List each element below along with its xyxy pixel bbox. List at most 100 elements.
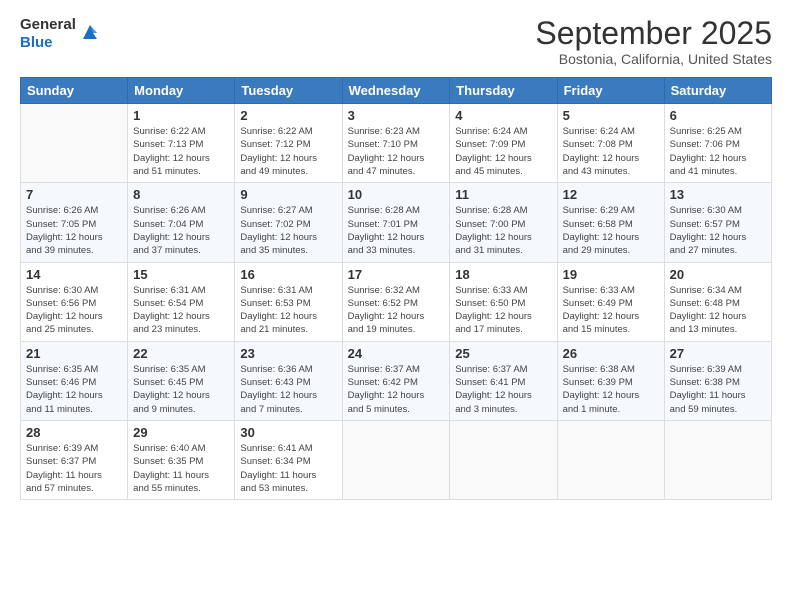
day-info: Sunrise: 6:31 AMSunset: 6:54 PMDaylight:… — [133, 284, 229, 337]
page-subtitle: Bostonia, California, United States — [535, 51, 772, 67]
calendar-cell: 5 Sunrise: 6:24 AMSunset: 7:08 PMDaylight… — [557, 104, 664, 183]
day-number: 15 — [133, 267, 229, 282]
day-number: 14 — [26, 267, 122, 282]
day-number: 2 — [240, 108, 336, 123]
day-info: Sunrise: 6:33 AMSunset: 6:50 PMDaylight:… — [455, 284, 551, 337]
day-info: Sunrise: 6:39 AMSunset: 6:38 PMDaylight:… — [670, 363, 766, 416]
day-info: Sunrise: 6:37 AMSunset: 6:41 PMDaylight:… — [455, 363, 551, 416]
calendar-cell — [664, 420, 771, 499]
calendar-cell: 27Sunrise: 6:39 AMSunset: 6:38 PMDayligh… — [664, 341, 771, 420]
header-monday: Monday — [128, 78, 235, 104]
calendar-cell: 29 Sunrise: 6:40 AMSunset: 6:35 PMDayligh… — [128, 420, 235, 499]
day-info: Sunrise: 6:39 AMSunset: 6:37 PMDaylight:… — [26, 442, 122, 495]
day-info: Sunrise: 6:25 AMSunset: 7:06 PMDaylight:… — [670, 125, 766, 178]
calendar-cell: 19 Sunrise: 6:33 AMSunset: 6:49 PMDayligh… — [557, 262, 664, 341]
logo: General Blue — [20, 16, 101, 52]
day-info: Sunrise: 6:26 AMSunset: 7:04 PMDaylight:… — [133, 204, 229, 257]
calendar-cell: 23 Sunrise: 6:36 AMSunset: 6:43 PMDayligh… — [235, 341, 342, 420]
day-number: 23 — [240, 346, 336, 361]
day-info: Sunrise: 6:30 AMSunset: 6:56 PMDaylight:… — [26, 284, 122, 337]
calendar-cell: 14 Sunrise: 6:30 AMSunset: 6:56 PMDayligh… — [21, 262, 128, 341]
day-number: 26 — [563, 346, 659, 361]
day-info: Sunrise: 6:28 AMSunset: 7:01 PMDaylight:… — [348, 204, 445, 257]
day-number: 9 — [240, 187, 336, 202]
day-number: 4 — [455, 108, 551, 123]
day-number: 20 — [670, 267, 766, 282]
day-number: 24 — [348, 346, 445, 361]
day-info: Sunrise: 6:27 AMSunset: 7:02 PMDaylight:… — [240, 204, 336, 257]
calendar-cell — [342, 420, 450, 499]
day-number: 10 — [348, 187, 445, 202]
logo-general: General — [20, 16, 76, 33]
day-number: 25 — [455, 346, 551, 361]
calendar-cell: 13Sunrise: 6:30 AMSunset: 6:57 PMDayligh… — [664, 183, 771, 262]
day-number: 21 — [26, 346, 122, 361]
day-number: 1 — [133, 108, 229, 123]
header-thursday: Thursday — [450, 78, 557, 104]
day-number: 3 — [348, 108, 445, 123]
page-header: General Blue September 2025 Bostonia, Ca… — [20, 16, 772, 67]
calendar-cell: 30Sunrise: 6:41 AMSunset: 6:34 PMDayligh… — [235, 420, 342, 499]
page-title: September 2025 — [535, 16, 772, 51]
logo-icon — [79, 21, 101, 43]
day-number: 29 — [133, 425, 229, 440]
day-info: Sunrise: 6:22 AMSunset: 7:12 PMDaylight:… — [240, 125, 336, 178]
day-info: Sunrise: 6:38 AMSunset: 6:39 PMDaylight:… — [563, 363, 659, 416]
calendar-header-row: SundayMondayTuesdayWednesdayThursdayFrid… — [21, 78, 772, 104]
day-info: Sunrise: 6:40 AMSunset: 6:35 PMDaylight:… — [133, 442, 229, 495]
calendar-cell: 8 Sunrise: 6:26 AMSunset: 7:04 PMDaylight… — [128, 183, 235, 262]
calendar-cell — [557, 420, 664, 499]
calendar-cell: 3 Sunrise: 6:23 AMSunset: 7:10 PMDaylight… — [342, 104, 450, 183]
day-info: Sunrise: 6:23 AMSunset: 7:10 PMDaylight:… — [348, 125, 445, 178]
day-number: 5 — [563, 108, 659, 123]
day-info: Sunrise: 6:36 AMSunset: 6:43 PMDaylight:… — [240, 363, 336, 416]
calendar-cell: 2 Sunrise: 6:22 AMSunset: 7:12 PMDaylight… — [235, 104, 342, 183]
day-number: 7 — [26, 187, 122, 202]
header-tuesday: Tuesday — [235, 78, 342, 104]
day-info: Sunrise: 6:35 AMSunset: 6:46 PMDaylight:… — [26, 363, 122, 416]
calendar-cell — [450, 420, 557, 499]
day-number: 12 — [563, 187, 659, 202]
day-info: Sunrise: 6:34 AMSunset: 6:48 PMDaylight:… — [670, 284, 766, 337]
logo-blue: Blue — [20, 34, 53, 51]
day-number: 22 — [133, 346, 229, 361]
day-number: 16 — [240, 267, 336, 282]
day-info: Sunrise: 6:33 AMSunset: 6:49 PMDaylight:… — [563, 284, 659, 337]
day-number: 18 — [455, 267, 551, 282]
day-number: 30 — [240, 425, 336, 440]
calendar-cell: 4Sunrise: 6:24 AMSunset: 7:09 PMDaylight… — [450, 104, 557, 183]
calendar-cell: 21 Sunrise: 6:35 AMSunset: 6:46 PMDayligh… — [21, 341, 128, 420]
title-block: September 2025 Bostonia, California, Uni… — [535, 16, 772, 67]
calendar-cell: 18 Sunrise: 6:33 AMSunset: 6:50 PMDayligh… — [450, 262, 557, 341]
header-wednesday: Wednesday — [342, 78, 450, 104]
day-info: Sunrise: 6:31 AMSunset: 6:53 PMDaylight:… — [240, 284, 336, 337]
calendar-cell: 22 Sunrise: 6:35 AMSunset: 6:45 PMDayligh… — [128, 341, 235, 420]
day-info: Sunrise: 6:29 AMSunset: 6:58 PMDaylight:… — [563, 204, 659, 257]
day-number: 19 — [563, 267, 659, 282]
header-saturday: Saturday — [664, 78, 771, 104]
day-info: Sunrise: 6:22 AMSunset: 7:13 PMDaylight:… — [133, 125, 229, 178]
header-sunday: Sunday — [21, 78, 128, 104]
calendar-cell: 16 Sunrise: 6:31 AMSunset: 6:53 PMDayligh… — [235, 262, 342, 341]
day-info: Sunrise: 6:35 AMSunset: 6:45 PMDaylight:… — [133, 363, 229, 416]
day-info: Sunrise: 6:28 AMSunset: 7:00 PMDaylight:… — [455, 204, 551, 257]
calendar-cell: 7 Sunrise: 6:26 AMSunset: 7:05 PMDaylight… — [21, 183, 128, 262]
calendar-cell: 24 Sunrise: 6:37 AMSunset: 6:42 PMDayligh… — [342, 341, 450, 420]
day-info: Sunrise: 6:30 AMSunset: 6:57 PMDaylight:… — [670, 204, 766, 257]
calendar-cell: 20 Sunrise: 6:34 AMSunset: 6:48 PMDayligh… — [664, 262, 771, 341]
day-number: 6 — [670, 108, 766, 123]
day-number: 8 — [133, 187, 229, 202]
calendar-cell: 12 Sunrise: 6:29 AMSunset: 6:58 PMDayligh… — [557, 183, 664, 262]
day-info: Sunrise: 6:24 AMSunset: 7:08 PMDaylight:… — [563, 125, 659, 178]
calendar-cell: 25 Sunrise: 6:37 AMSunset: 6:41 PMDayligh… — [450, 341, 557, 420]
calendar-cell: 28Sunrise: 6:39 AMSunset: 6:37 PMDayligh… — [21, 420, 128, 499]
calendar-cell: 10 Sunrise: 6:28 AMSunset: 7:01 PMDayligh… — [342, 183, 450, 262]
calendar-cell: 9 Sunrise: 6:27 AMSunset: 7:02 PMDaylight… — [235, 183, 342, 262]
day-info: Sunrise: 6:37 AMSunset: 6:42 PMDaylight:… — [348, 363, 445, 416]
calendar-cell: 11Sunrise: 6:28 AMSunset: 7:00 PMDayligh… — [450, 183, 557, 262]
calendar-cell: 6 Sunrise: 6:25 AMSunset: 7:06 PMDaylight… — [664, 104, 771, 183]
calendar-cell: 15 Sunrise: 6:31 AMSunset: 6:54 PMDayligh… — [128, 262, 235, 341]
day-info: Sunrise: 6:26 AMSunset: 7:05 PMDaylight:… — [26, 204, 122, 257]
calendar-cell: 26 Sunrise: 6:38 AMSunset: 6:39 PMDayligh… — [557, 341, 664, 420]
calendar-cell — [21, 104, 128, 183]
